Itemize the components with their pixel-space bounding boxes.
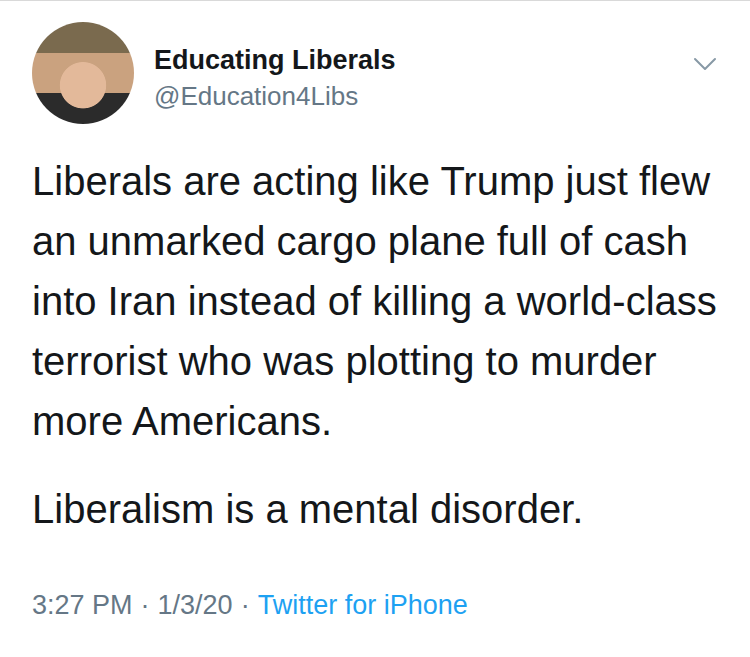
account-names: Educating Liberals@Education4Libs xyxy=(134,22,692,114)
account-name[interactable]: Educating Liberals xyxy=(154,42,692,78)
tweet-body: Liberals are acting like Trump just flew… xyxy=(32,151,732,539)
source-link[interactable]: Twitter for iPhone xyxy=(258,590,468,620)
tweet-header: Educating Liberals@Education4Libs xyxy=(32,1,732,151)
avatar-photo[interactable] xyxy=(32,22,134,124)
tweet-date[interactable]: 1/3/20 xyxy=(158,590,233,620)
meta-separator: · xyxy=(133,590,158,620)
chevron-down-icon[interactable] xyxy=(692,50,718,76)
tweet-paragraph: Liberals are acting like Trump just flew… xyxy=(32,151,720,451)
account-handle[interactable]: @Education4Libs xyxy=(154,78,692,114)
tweet-meta: 3:27 PM·1/3/20·Twitter for iPhone xyxy=(32,567,732,623)
tweet-paragraph: Liberalism is a mental disorder. xyxy=(32,479,720,539)
tweet-time[interactable]: 3:27 PM xyxy=(32,590,133,620)
meta-separator: · xyxy=(233,590,258,620)
